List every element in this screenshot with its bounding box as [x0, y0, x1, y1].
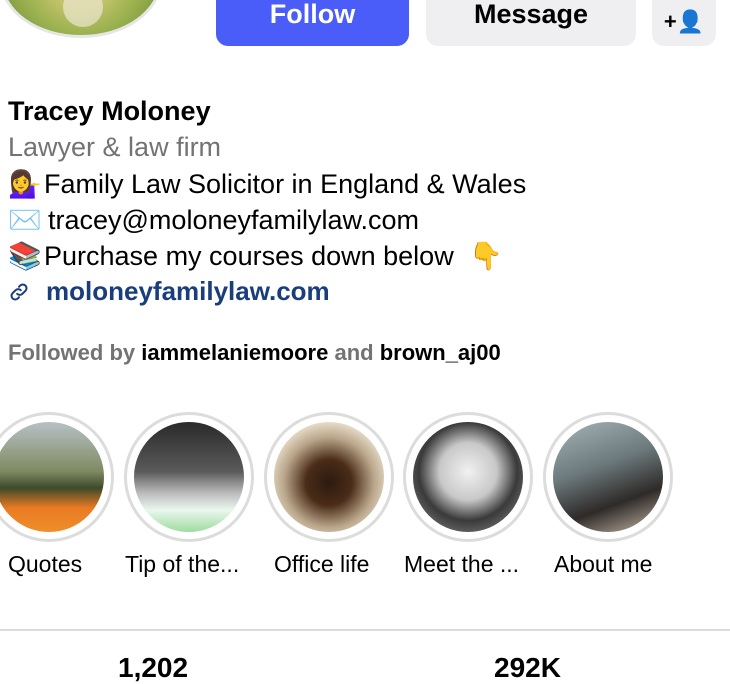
highlight-cover-image	[0, 422, 104, 532]
highlight-tip-of-the[interactable]	[124, 412, 254, 542]
highlight-cover-image	[553, 422, 663, 532]
followed-by[interactable]: Followed by iammelaniemoore and brown_aj…	[8, 340, 501, 366]
profile-avatar[interactable]	[0, 0, 162, 38]
profile-category: Lawyer & law firm	[8, 132, 222, 162]
bio-email: tracey@moloneyfamilylaw.com	[48, 205, 420, 235]
highlight-about-me[interactable]	[543, 412, 673, 542]
highlight-cover-image	[413, 422, 523, 532]
add-user-button[interactable]: +👤	[652, 0, 716, 46]
message-label: Message	[473, 0, 589, 29]
books-icon: 📚	[8, 241, 42, 271]
add-user-icon: +👤	[663, 9, 705, 34]
pointing-down-icon: 👇	[469, 241, 503, 271]
highlight-label: About me	[554, 551, 653, 577]
profile-name: Tracey Moloney	[8, 96, 211, 126]
highlight-label: Quotes	[8, 551, 83, 577]
follower-username-2[interactable]: brown_aj00	[380, 340, 501, 365]
followed-by-prefix: Followed by	[8, 340, 136, 365]
followed-by-conj: and	[334, 340, 374, 365]
highlight-cover-image	[134, 422, 244, 532]
highlight-label: Meet the ...	[404, 551, 520, 577]
bio-line-1: 💁‍♀️Family Law Solicitor in England & Wa…	[8, 168, 526, 200]
highlight-quotes[interactable]	[0, 412, 114, 542]
highlight-office-life[interactable]	[264, 412, 394, 542]
follow-label: Follow	[269, 0, 356, 29]
website-link[interactable]: moloneyfamilylaw.com	[8, 276, 330, 307]
bio-line-2: ✉️ tracey@moloneyfamilylaw.com	[8, 204, 419, 236]
highlight-cover-image	[274, 422, 384, 532]
highlight-meet-the[interactable]	[403, 412, 533, 542]
website-link-text[interactable]: moloneyfamilylaw.com	[46, 276, 330, 306]
highlight-label: Tip of the...	[125, 551, 240, 577]
follower-username-1[interactable]: iammelaniemoore	[141, 340, 328, 365]
divider	[0, 629, 730, 631]
followers-count[interactable]: 292K	[494, 652, 561, 684]
bio-line-3: 📚Purchase my courses down below 👇	[8, 240, 503, 272]
follow-button[interactable]: Follow	[216, 0, 409, 46]
bio-text-3: Purchase my courses down below	[44, 241, 454, 271]
woman-tipping-hand-icon: 💁‍♀️	[8, 169, 42, 199]
link-icon	[8, 276, 46, 307]
posts-count: 1,202	[118, 652, 189, 683]
message-button[interactable]: Message	[426, 0, 636, 46]
highlight-label: Office life	[274, 551, 370, 577]
bio-text-1: Family Law Solicitor in England & Wales	[44, 169, 527, 199]
envelope-icon: ✉️	[8, 205, 42, 235]
